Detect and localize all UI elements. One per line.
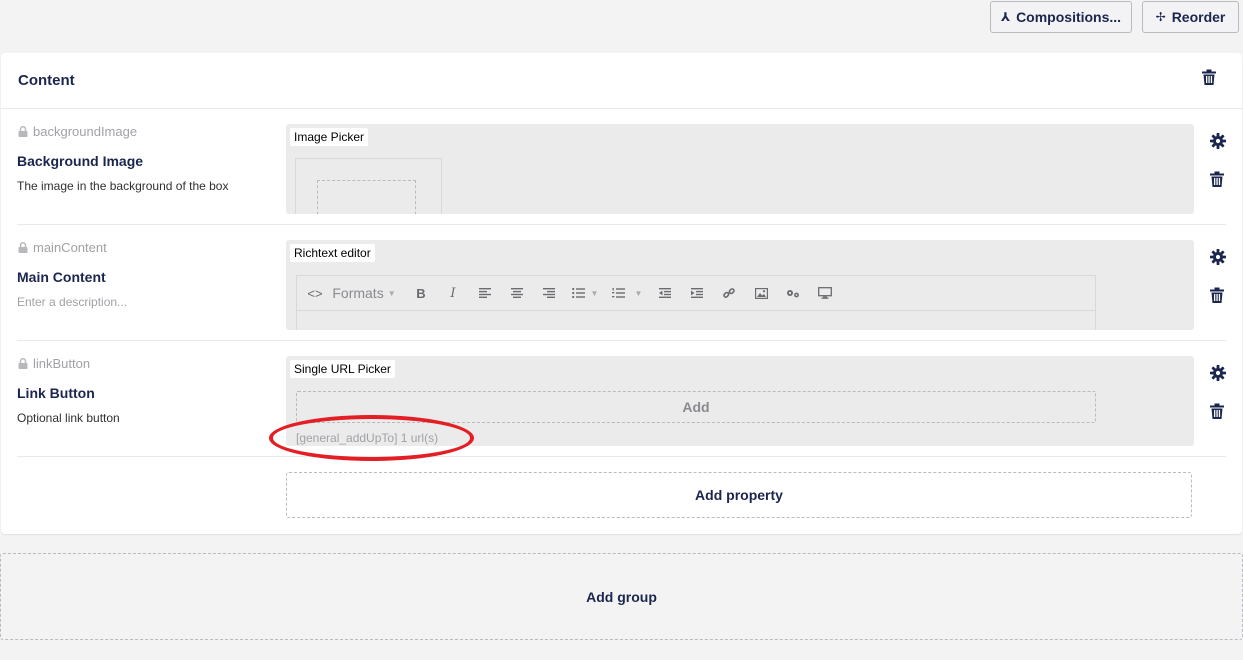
property-description: Enter a description... <box>17 295 128 309</box>
property-editor-preview[interactable]: Single URL Picker Add [general_addUpTo] … <box>269 356 1194 461</box>
image-picker-preview <box>295 158 442 214</box>
property-settings-button[interactable] <box>1210 249 1226 265</box>
group-header: Content <box>1 53 1242 109</box>
property-alias[interactable]: linkButton <box>18 356 90 371</box>
align-center-icon <box>501 288 533 298</box>
move-icon: ✢ <box>1155 10 1166 24</box>
align-right-icon <box>533 288 565 298</box>
chevron-down-icon: ▼ <box>387 288 396 298</box>
property-name: Background Image <box>17 153 144 169</box>
editor-type-label: Richtext editor <box>290 244 375 262</box>
formats-dropdown: Formats ▼ <box>323 285 405 301</box>
gear-icon <box>1210 249 1226 265</box>
delete-group-button[interactable] <box>1202 69 1216 85</box>
numbered-list-icon: ▼ <box>605 288 649 298</box>
property-alias[interactable]: mainContent <box>18 240 107 255</box>
bold-icon: B <box>416 285 426 301</box>
property-row-background-image: backgroundImage Background Image The ima… <box>17 109 1226 225</box>
content-group: Content backgroundImage Background Image… <box>1 53 1242 534</box>
property-editor-preview[interactable]: Richtext editor <> Formats ▼ B I ▼ ▼ <box>286 240 1194 330</box>
macro-gears-icon <box>777 288 809 298</box>
gear-icon <box>1210 365 1226 381</box>
italic-icon: I <box>450 285 456 301</box>
property-name: Link Button <box>17 385 95 401</box>
property-description: The image in the background of the box <box>17 179 229 193</box>
property-row-main-content: mainContent Main Content Enter a descrip… <box>17 225 1226 341</box>
property-settings-button[interactable] <box>1210 365 1226 381</box>
gear-icon <box>1210 133 1226 149</box>
bullet-list-icon: ▼ <box>565 288 605 298</box>
reorder-button[interactable]: ✢ Reorder <box>1142 1 1239 33</box>
add-property-button[interactable]: Add property <box>286 472 1192 518</box>
group-title[interactable]: Content <box>18 72 75 89</box>
delete-property-button[interactable] <box>1210 171 1224 187</box>
property-editor-preview[interactable]: Image Picker <box>286 124 1194 214</box>
rte-toolbar: <> Formats ▼ B I ▼ ▼ <box>297 276 1095 311</box>
property-settings-button[interactable] <box>1210 133 1226 149</box>
delete-property-button[interactable] <box>1210 287 1224 303</box>
link-icon <box>713 287 745 299</box>
lock-icon[interactable] <box>18 242 28 253</box>
property-description: Optional link button <box>17 411 120 425</box>
alias-text: backgroundImage <box>33 124 138 139</box>
lock-icon[interactable] <box>18 126 28 137</box>
source-code-icon: <> <box>307 285 323 301</box>
property-row-link-button: linkButton Link Button Optional link but… <box>17 341 1226 461</box>
embed-monitor-icon <box>809 287 841 299</box>
image-placeholder <box>317 180 416 214</box>
property-alias[interactable]: backgroundImage <box>18 124 137 139</box>
property-name: Main Content <box>17 269 106 285</box>
delete-property-button[interactable] <box>1210 403 1224 419</box>
indent-icon <box>681 288 713 298</box>
alias-text: linkButton <box>33 356 91 371</box>
alias-text: mainContent <box>33 240 107 255</box>
trash-icon <box>1210 403 1224 419</box>
trash-icon <box>1202 69 1216 85</box>
add-group-button[interactable]: Add group <box>0 553 1243 640</box>
trash-icon <box>1210 171 1224 187</box>
trash-icon <box>1210 287 1224 303</box>
compositions-button[interactable]: ⅄ Compositions... <box>990 1 1132 33</box>
lock-icon[interactable] <box>18 358 28 369</box>
outdent-icon <box>649 288 681 298</box>
richtext-editor-preview: <> Formats ▼ B I ▼ ▼ <box>296 275 1096 330</box>
editor-type-label: Single URL Picker <box>290 360 395 378</box>
annotation-highlight-ellipse <box>269 415 474 461</box>
editor-type-label: Image Picker <box>290 128 369 146</box>
align-left-icon <box>469 288 501 298</box>
formats-label: Formats <box>332 285 384 301</box>
compositions-icon: ⅄ <box>1000 10 1011 24</box>
reorder-label: Reorder <box>1171 9 1226 25</box>
compositions-label: Compositions... <box>1016 9 1122 25</box>
image-icon <box>745 287 777 299</box>
